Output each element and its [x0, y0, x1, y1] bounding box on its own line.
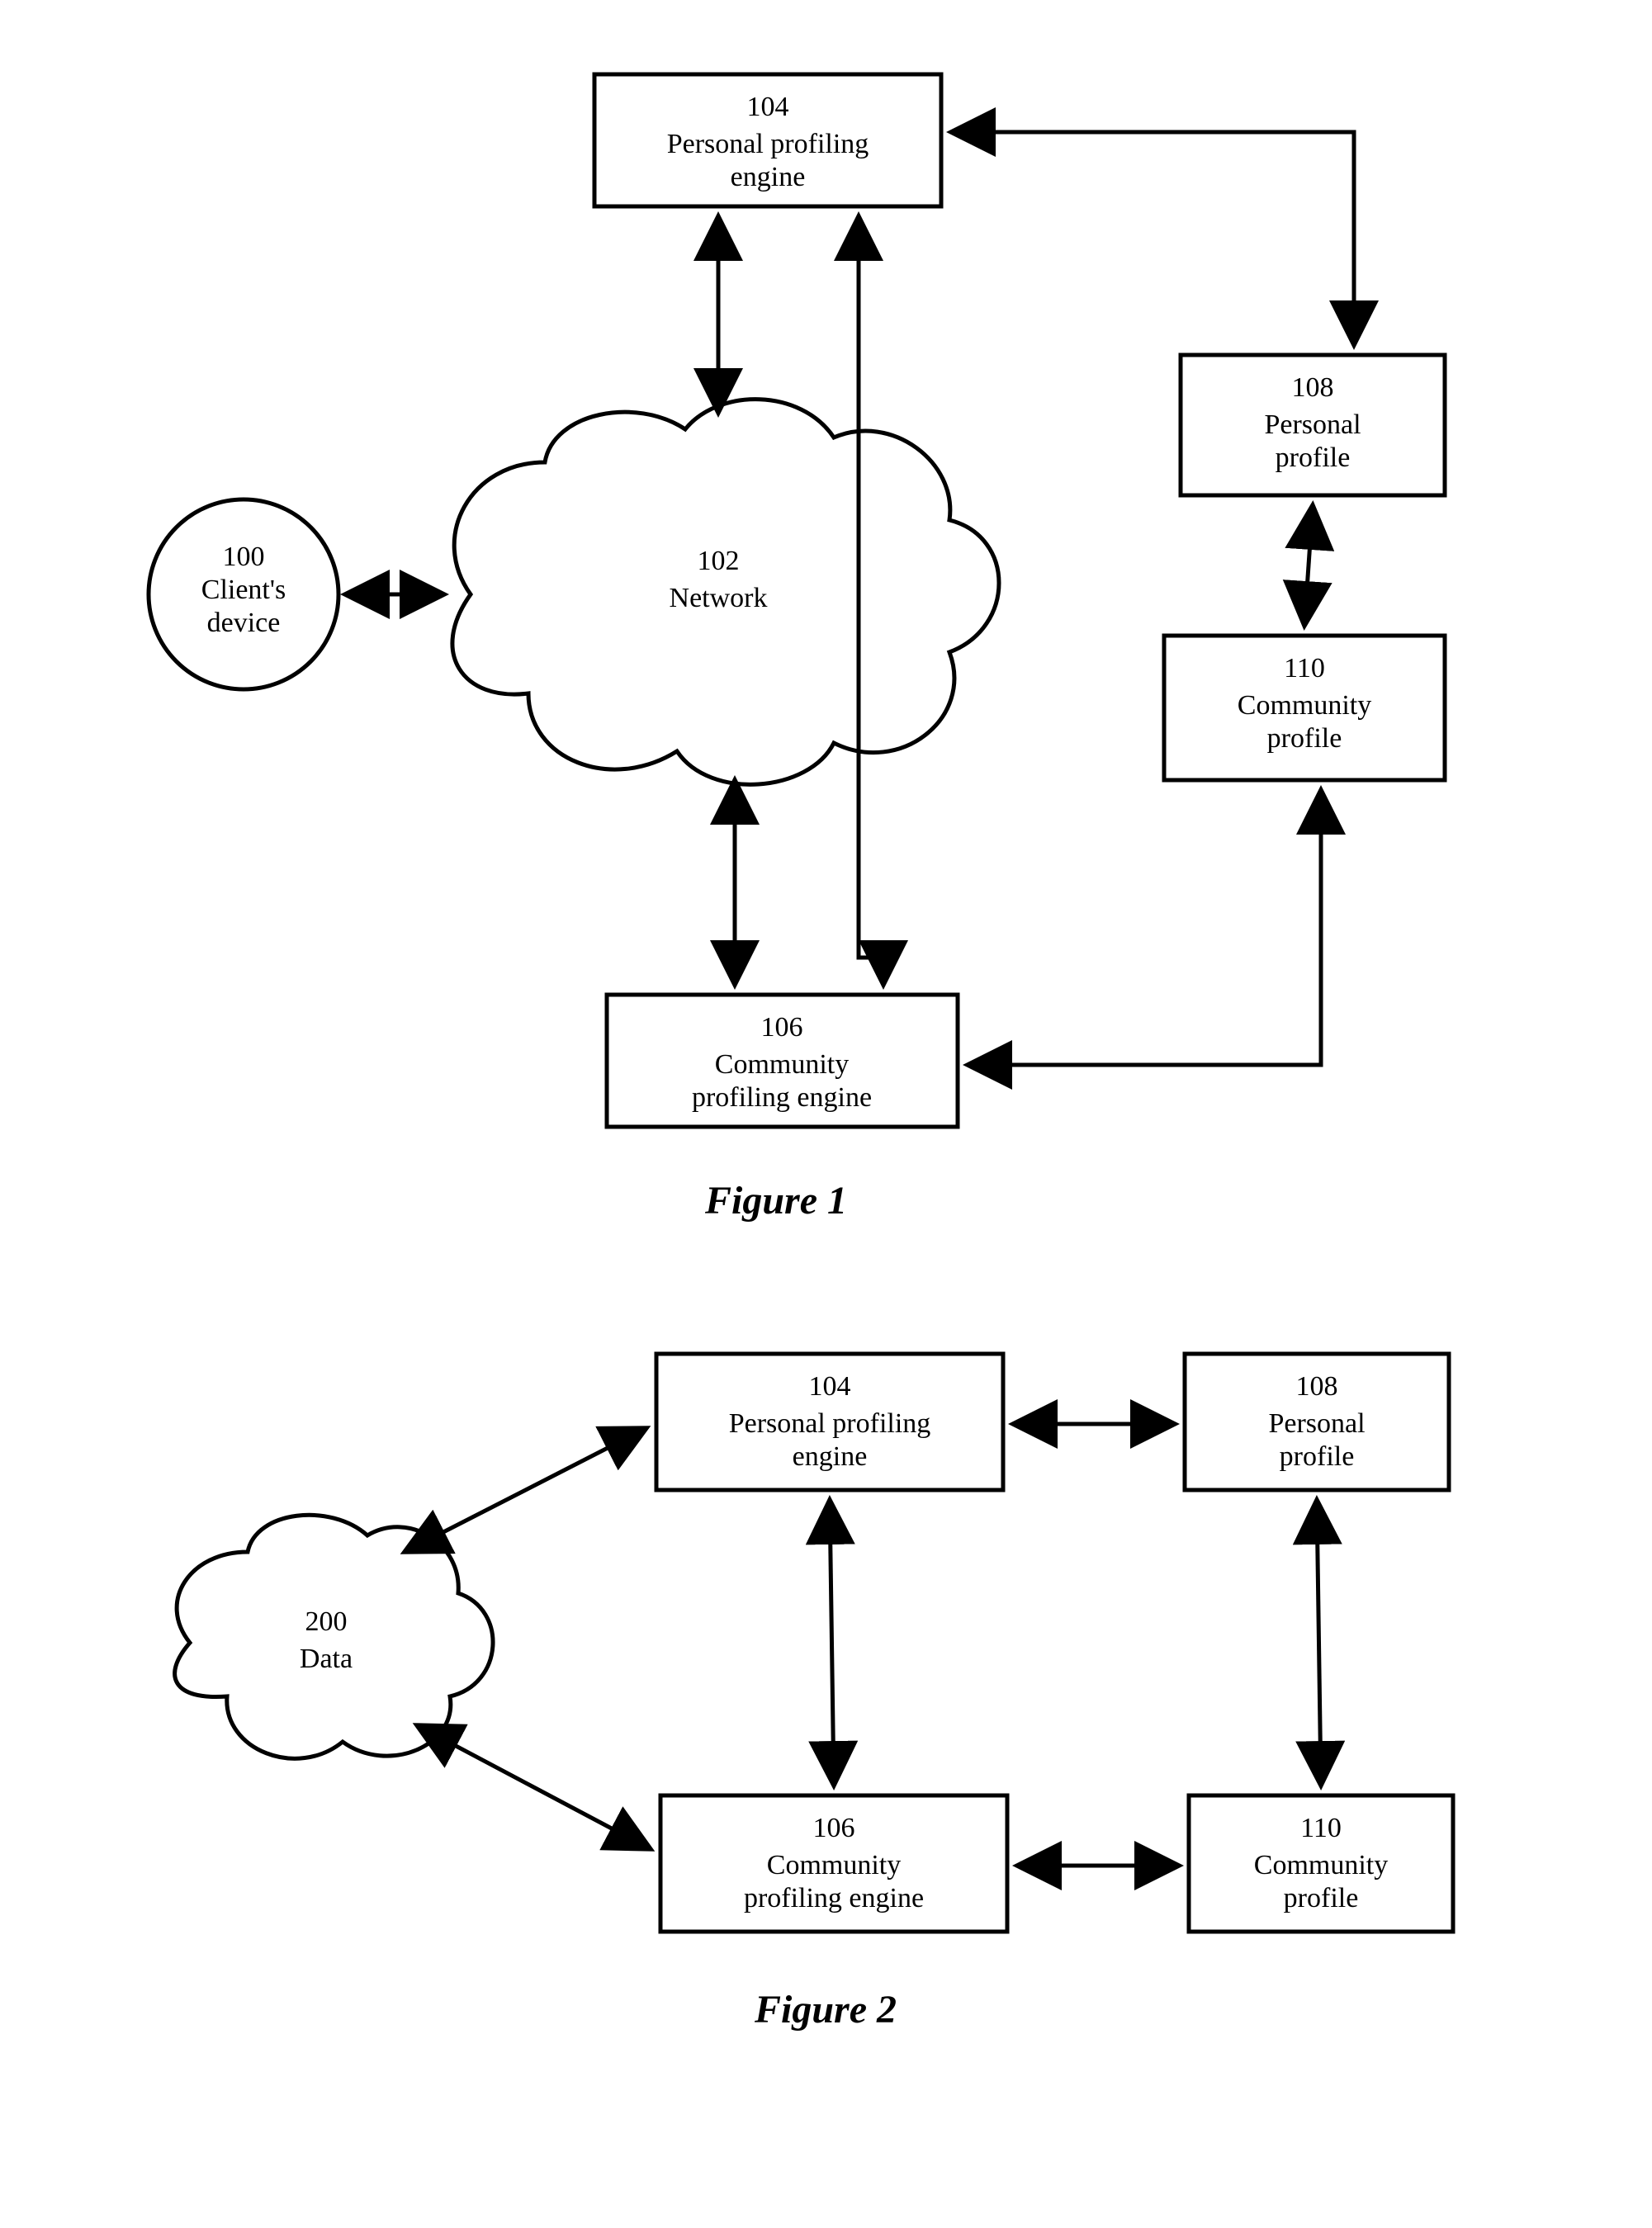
arrow-ppe-pp-elbow: [951, 132, 1354, 345]
arrow-ppe-cpe2: [830, 1500, 834, 1786]
cp2-num: 110: [1300, 1813, 1342, 1843]
node-cp2: 110 Community profile: [1189, 1795, 1453, 1932]
cpe-line2: profiling engine: [692, 1082, 872, 1113]
network-num: 102: [698, 546, 740, 576]
node-network: 102 Network: [452, 400, 999, 785]
figure1-label: Figure 1: [704, 1179, 847, 1223]
arrow-pp-cp: [1304, 505, 1313, 626]
arrow-cp-cpe-elbow: [968, 790, 1321, 1065]
cpe2-num: 106: [813, 1813, 855, 1843]
cp-line2: profile: [1267, 723, 1342, 754]
node-client: 100 Client's device: [149, 499, 338, 689]
cp-num: 110: [1284, 653, 1325, 684]
cp2-line1: Community: [1254, 1850, 1388, 1880]
pp2-line1: Personal: [1268, 1408, 1365, 1439]
client-num: 100: [223, 542, 265, 572]
cp2-line2: profile: [1284, 1883, 1359, 1913]
ppe-line2: engine: [731, 162, 806, 192]
ppe2-line2: engine: [793, 1441, 868, 1472]
cpe2-line1: Community: [767, 1850, 901, 1880]
ppe2-num: 104: [809, 1371, 851, 1402]
node-cp: 110 Community profile: [1164, 636, 1445, 780]
figure2-label: Figure 2: [754, 1988, 897, 2032]
pp-line2: profile: [1276, 442, 1351, 473]
node-pp2: 108 Personal profile: [1185, 1354, 1449, 1490]
node-cpe: 106 Community profiling engine: [607, 995, 958, 1127]
data-num: 200: [305, 1606, 348, 1637]
node-cpe2: 106 Community profiling engine: [660, 1795, 1007, 1932]
arrow-pp-cp2: [1317, 1500, 1321, 1786]
client-line2: device: [207, 608, 281, 638]
cpe2-line2: profiling engine: [744, 1883, 924, 1913]
network-line1: Network: [670, 583, 768, 613]
cpe-num: 106: [761, 1012, 803, 1043]
figure2: 200 Data 104 Personal profiling engine 1…: [175, 1354, 1453, 2032]
ppe-line1: Personal profiling: [667, 129, 869, 159]
cpe-line1: Community: [715, 1049, 849, 1080]
arrow-data-ppe: [405, 1428, 646, 1552]
pp-line1: Personal: [1264, 409, 1361, 440]
ppe-num: 104: [747, 92, 789, 122]
node-data: 200 Data: [175, 1515, 493, 1758]
data-line1: Data: [300, 1644, 353, 1674]
pp2-line2: profile: [1280, 1441, 1355, 1472]
client-line1: Client's: [201, 575, 286, 605]
cp-line1: Community: [1238, 690, 1371, 721]
pp2-num: 108: [1296, 1371, 1338, 1402]
node-ppe: 104 Personal profiling engine: [594, 74, 941, 206]
arrow-data-cpe: [417, 1725, 651, 1849]
pp-num: 108: [1292, 372, 1334, 403]
node-ppe2: 104 Personal profiling engine: [656, 1354, 1003, 1490]
figure1: 104 Personal profiling engine 108 Person…: [149, 74, 1445, 1223]
ppe2-line1: Personal profiling: [729, 1408, 931, 1439]
diagram-canvas: 104 Personal profiling engine 108 Person…: [0, 0, 1652, 2228]
node-pp: 108 Personal profile: [1181, 355, 1445, 495]
